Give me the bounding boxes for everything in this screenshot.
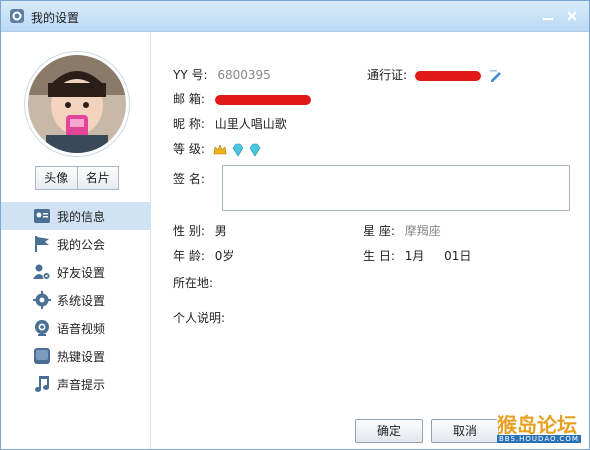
friend-settings-icon	[33, 264, 51, 280]
minimize-icon	[543, 18, 553, 20]
avatar[interactable]	[25, 52, 129, 156]
hotkey-icon	[34, 348, 50, 364]
sidebar: 头像 名片 我的信息 我的公会 好友设置 系统设置 语音视频 热键设置 声音提示	[1, 32, 151, 449]
ok-button[interactable]: 确定	[355, 419, 423, 443]
watermark-url: BBS.HOUDAO.COM	[497, 435, 581, 443]
sidebar-item-system-settings[interactable]: 系统设置	[1, 286, 150, 314]
avatar-button-group: 头像 名片	[35, 166, 119, 190]
sidebar-item-sound-alerts[interactable]: 声音提示	[1, 370, 150, 398]
location-row: 所在地:	[173, 274, 213, 291]
bio-row: 个人说明:	[173, 309, 225, 326]
signature-label: 签 名:	[173, 172, 205, 186]
zodiac-label: 星 座:	[363, 224, 395, 238]
sidebar-item-my-info[interactable]: 我的信息	[1, 202, 150, 230]
gender-value: 男	[214, 224, 227, 238]
window-title: 我的设置	[31, 11, 80, 25]
sidebar-item-label: 热键设置	[57, 349, 106, 364]
close-button[interactable]	[563, 7, 581, 25]
yy-number-row: YY 号: 6800395	[173, 66, 271, 83]
gender-label: 性 别:	[173, 224, 205, 238]
level-row: 等 级:	[173, 140, 262, 157]
minimize-button[interactable]	[539, 7, 557, 25]
avatar-photo	[28, 55, 126, 153]
gender-row: 性 别: 男	[173, 222, 227, 239]
birthday-row: 生 日: 1月 01日	[363, 247, 471, 264]
signature-input[interactable]	[222, 165, 570, 211]
settings-window: 我的设置 头像 名片 我的信息 我的公会 好友设置 系统设置 语音视频 热键设置…	[0, 0, 590, 450]
business-card-button[interactable]: 名片	[77, 166, 119, 190]
age-row: 年 龄: 0岁	[173, 247, 234, 264]
sidebar-item-label: 系统设置	[57, 293, 106, 308]
sidebar-item-my-guild[interactable]: 我的公会	[1, 230, 150, 258]
passport-label: 通行证:	[367, 68, 408, 82]
email-label: 邮 箱:	[173, 92, 205, 106]
sidebar-item-friend-settings[interactable]: 好友设置	[1, 258, 150, 286]
webcam-icon	[35, 320, 49, 336]
sidebar-item-label: 声音提示	[57, 377, 106, 392]
level-label: 等 级:	[173, 142, 205, 156]
yy-number-value: 6800395	[217, 68, 271, 82]
avatar-button[interactable]: 头像	[35, 166, 78, 190]
nickname-row: 昵 称: 山里人唱山歌	[173, 115, 287, 132]
sidebar-item-hotkey-settings[interactable]: 热键设置	[1, 342, 150, 370]
yy-number-label: YY 号:	[173, 68, 208, 82]
nickname-value: 山里人唱山歌	[214, 117, 287, 131]
zodiac-row: 星 座: 摩羯座	[363, 222, 441, 239]
zodiac-value: 摩羯座	[404, 224, 441, 238]
birthday-day: 01日	[444, 249, 472, 263]
close-icon	[567, 11, 577, 21]
location-label: 所在地:	[173, 276, 214, 290]
diamond-icon	[232, 143, 243, 157]
sidebar-item-label: 我的公会	[57, 237, 106, 252]
passport-redacted	[414, 70, 481, 81]
sidebar-item-label: 好友设置	[57, 265, 106, 280]
diamond-icon	[249, 143, 261, 157]
cancel-button[interactable]: 取消	[431, 419, 499, 443]
my-info-panel: YY 号: 6800395 通行证: 邮 箱: 昵 称: 山里人唱山歌 等 级:	[151, 32, 589, 449]
music-note-icon	[35, 376, 49, 392]
passport-row: 通行证:	[367, 66, 503, 83]
watermark: 猴岛论坛 BBS.HOUDAO.COM	[495, 409, 589, 449]
age-label: 年 龄:	[173, 249, 205, 263]
birthday-month: 1月	[404, 249, 425, 263]
nickname-label: 昵 称:	[173, 117, 205, 131]
sidebar-item-voice-video[interactable]: 语音视频	[1, 314, 150, 342]
gear-icon	[33, 291, 51, 309]
crown-icon	[213, 143, 227, 154]
email-redacted	[214, 94, 311, 105]
sidebar-item-label: 语音视频	[57, 321, 106, 336]
flag-icon	[35, 236, 49, 252]
watermark-logo-text: 猴岛论坛	[497, 413, 577, 437]
title-bar[interactable]: 我的设置	[1, 1, 589, 32]
profile-card-icon	[34, 209, 50, 223]
birthday-label: 生 日:	[363, 249, 395, 263]
settings-nav: 我的信息 我的公会 好友设置 系统设置 语音视频 热键设置 声音提示	[1, 202, 150, 398]
email-row: 邮 箱:	[173, 90, 311, 107]
sidebar-item-label: 我的信息	[57, 209, 106, 224]
age-value: 0岁	[214, 249, 235, 263]
settings-app-icon	[10, 9, 24, 23]
edit-icon[interactable]	[489, 69, 503, 83]
bio-label: 个人说明:	[173, 311, 226, 325]
